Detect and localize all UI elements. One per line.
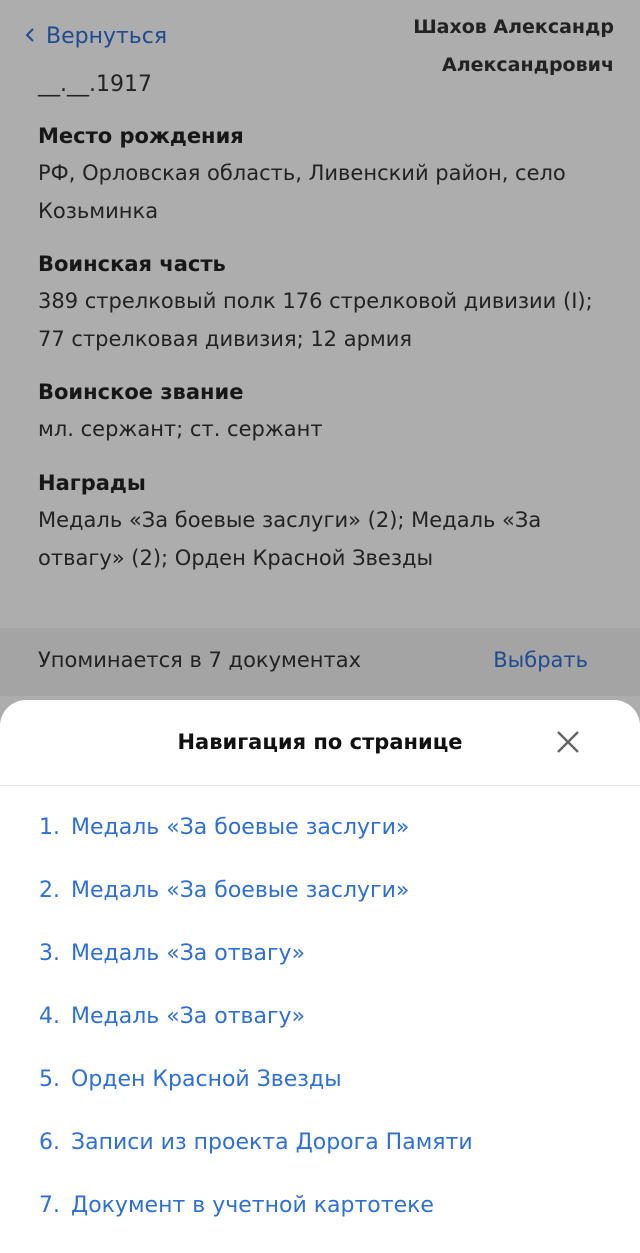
nav-item[interactable]: 1. Медаль «За боевые заслуги» [0, 796, 640, 859]
nav-item[interactable]: 2. Медаль «За боевые заслуги» [0, 859, 640, 922]
nav-item-number: 6. [39, 1130, 60, 1155]
nav-item-number: 2. [39, 878, 60, 903]
nav-item-number: 5. [39, 1067, 60, 1092]
nav-item-label: Медаль «За боевые заслуги» [71, 878, 410, 903]
nav-item[interactable]: 4. Медаль «За отвагу» [0, 985, 640, 1048]
nav-item-number: 3. [39, 941, 60, 966]
close-icon [557, 731, 579, 753]
nav-item-number: 1. [39, 815, 60, 840]
nav-item-number: 4. [39, 1004, 60, 1029]
navigation-sheet: Навигация по странице 1. Медаль «За боев… [0, 700, 640, 1253]
sheet-header: Навигация по странице [0, 700, 640, 786]
nav-item[interactable]: 6. Записи из проекта Дорога Памяти [0, 1111, 640, 1174]
nav-item-number: 7. [39, 1193, 60, 1218]
close-button[interactable] [556, 730, 580, 754]
nav-item-label: Орден Красной Звезды [71, 1067, 342, 1092]
nav-item-label: Записи из проекта Дорога Памяти [71, 1130, 473, 1155]
nav-item[interactable]: 5. Орден Красной Звезды [0, 1048, 640, 1111]
sheet-title: Навигация по странице [177, 730, 463, 754]
page: Вернуться Шахов Александр Александрович … [0, 0, 640, 1253]
nav-item-label: Медаль «За отвагу» [71, 1004, 306, 1029]
nav-item-label: Документ в учетной картотеке [71, 1193, 434, 1218]
nav-item-label: Медаль «За отвагу» [71, 941, 306, 966]
navigation-list: 1. Медаль «За боевые заслуги» 2. Медаль … [0, 786, 640, 1237]
nav-item[interactable]: 3. Медаль «За отвагу» [0, 922, 640, 985]
nav-item-label: Медаль «За боевые заслуги» [71, 815, 410, 840]
nav-item[interactable]: 7. Документ в учетной картотеке [0, 1174, 640, 1237]
